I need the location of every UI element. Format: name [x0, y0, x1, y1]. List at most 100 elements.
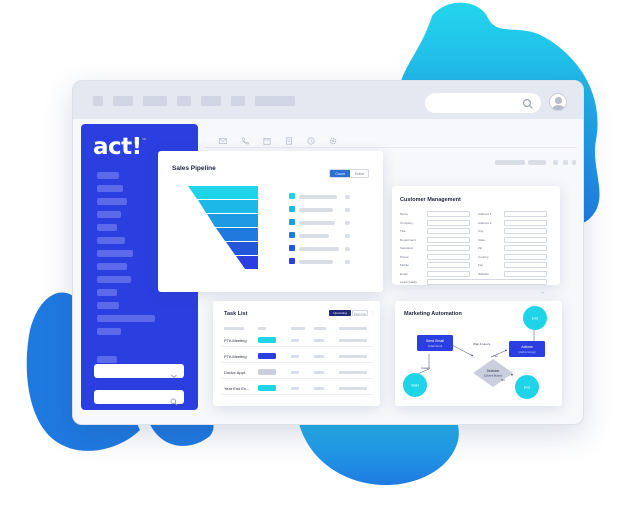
funnel-stage: [188, 186, 258, 199]
legend-value: [345, 259, 350, 264]
user-avatar-icon[interactable]: [549, 93, 567, 111]
sidebar-dropdown[interactable]: [94, 364, 184, 379]
form-field-input[interactable]: [504, 270, 547, 277]
dollar-toggle[interactable]: Dollar: [350, 170, 368, 177]
legend-label: [299, 259, 333, 264]
sidebar-item[interactable]: [97, 263, 127, 270]
phone-icon[interactable]: [241, 132, 249, 145]
sidebar-search-input[interactable]: [94, 390, 184, 406]
menu-item[interactable]: [143, 96, 167, 106]
count-toggle[interactable]: Count: [330, 170, 350, 177]
no-label: No: [501, 378, 505, 382]
document-icon[interactable]: [285, 132, 293, 145]
grid-view-icon[interactable]: [553, 160, 558, 165]
search-icon[interactable]: [522, 97, 534, 109]
tab-past-due[interactable]: Past Due: [352, 310, 368, 316]
decision-node[interactable]: Decision (Clicked Button): [473, 359, 513, 387]
pipeline-funnel: [188, 186, 258, 269]
more-icon[interactable]: [572, 160, 576, 165]
actions-node[interactable]: Actions (Add to Group): [509, 341, 545, 357]
field-label: Fax: [478, 263, 484, 267]
form-field-input[interactable]: [504, 228, 547, 234]
sidebar-item[interactable]: [97, 237, 125, 244]
form-field-input[interactable]: [427, 253, 470, 269]
form-field-input[interactable]: [427, 211, 470, 217]
sidebar-item[interactable]: [97, 302, 119, 309]
instant-label: Instant: [421, 366, 430, 370]
sidebar-item[interactable]: [97, 185, 123, 192]
form-field-input[interactable]: [427, 228, 470, 234]
end-node-bottom[interactable]: End: [515, 375, 539, 399]
form-field-input[interactable]: [427, 279, 547, 294]
task-type-badge: [258, 385, 276, 391]
field-label: Address 2: [478, 220, 492, 225]
menu-item[interactable]: [177, 96, 191, 106]
form-field-input[interactable]: [504, 219, 547, 226]
calendar-icon[interactable]: [263, 132, 271, 145]
column-header: [258, 327, 266, 330]
send-email-node[interactable]: Send Email (Initial Send): [417, 335, 453, 351]
send-email-label: Send Email: [426, 339, 444, 343]
sidebar-item[interactable]: [97, 328, 121, 335]
task-cell: [314, 355, 324, 358]
sidebar-item[interactable]: [97, 250, 133, 257]
field-label: Department: [400, 237, 416, 242]
field-label: Email: [400, 271, 408, 276]
form-field-input[interactable]: [504, 253, 547, 269]
end-node-top[interactable]: End: [523, 306, 547, 330]
list-view-icon[interactable]: [563, 160, 568, 165]
sidebar-item[interactable]: [97, 276, 131, 283]
field-label: Zip: [478, 246, 483, 250]
legend-value: [345, 233, 350, 238]
form-field-input[interactable]: [427, 219, 470, 226]
menu-item[interactable]: [231, 96, 245, 106]
sidebar-item[interactable]: [97, 198, 127, 205]
view-selector[interactable]: [495, 160, 525, 165]
form-field-input[interactable]: [427, 262, 470, 268]
start-node[interactable]: Start: [403, 373, 427, 397]
sidebar-item[interactable]: [97, 315, 155, 322]
legend-swatch: [289, 219, 295, 225]
legend-swatch: [289, 245, 295, 251]
form-field-input[interactable]: [504, 211, 547, 217]
view-selector[interactable]: [528, 160, 546, 165]
sidebar-item[interactable]: [97, 172, 119, 179]
sidebar-item[interactable]: [97, 224, 117, 231]
legend-label: [299, 220, 335, 225]
form-field-input[interactable]: [427, 245, 470, 251]
yes-label: Yes: [493, 354, 498, 358]
task-row[interactable]: Year End Ev...: [221, 382, 373, 395]
form-field-input[interactable]: [504, 236, 547, 243]
search-icon[interactable]: [170, 393, 178, 406]
sales-pipeline-card: Sales Pipeline Count Dollar: [158, 151, 383, 292]
form-field-input[interactable]: [504, 245, 547, 251]
sidebar-item[interactable]: [97, 289, 117, 296]
settings-icon[interactable]: [329, 132, 337, 145]
form-field-input[interactable]: [427, 236, 470, 243]
legend-swatch: [289, 193, 295, 199]
form-field-input[interactable]: [504, 262, 547, 268]
tab-upcoming[interactable]: Upcoming: [329, 310, 351, 316]
count-dollar-toggle[interactable]: Count Dollar: [329, 169, 369, 178]
task-row[interactable]: Doctor Appt.: [221, 366, 373, 379]
task-row[interactable]: PTA Meeting: [221, 334, 373, 347]
menu-item[interactable]: [113, 96, 133, 106]
clock-icon[interactable]: [307, 132, 315, 145]
field-label: Website: [478, 271, 489, 276]
actions-label: Actions: [521, 345, 533, 349]
mail-icon[interactable]: [219, 132, 227, 144]
menu-item[interactable]: [93, 96, 103, 106]
task-row[interactable]: PTA Meeting: [221, 350, 373, 363]
sidebar-item[interactable]: [97, 211, 121, 218]
task-name: Year End Ev...: [224, 386, 250, 391]
field-label: State: [478, 237, 486, 242]
menu-item[interactable]: [201, 96, 221, 106]
form-field-input[interactable]: [427, 270, 470, 277]
funnel-stage: [198, 200, 258, 213]
legend-value: [345, 194, 350, 199]
task-cell: [339, 371, 367, 374]
search-input[interactable]: [425, 93, 541, 113]
more-icon[interactable]: ⋮: [371, 310, 375, 316]
menu-item[interactable]: [255, 96, 295, 106]
task-cell: [314, 339, 324, 342]
